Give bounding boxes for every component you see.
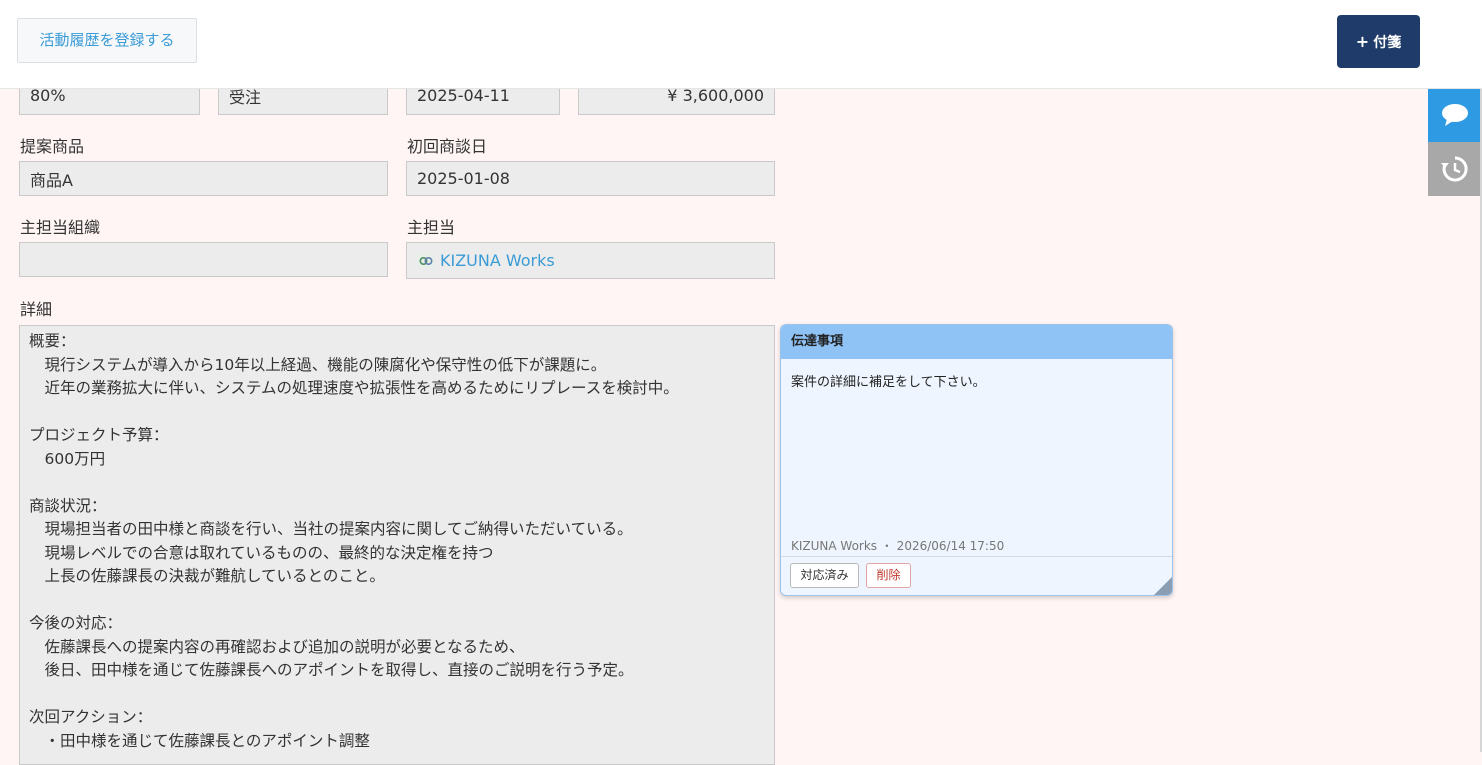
- top-bar: 活動履歴を登録する + 付箋: [0, 0, 1482, 89]
- plus-icon: +: [1355, 32, 1370, 51]
- detail-line: 概要：: [29, 332, 76, 350]
- chat-side-tab[interactable]: [1428, 88, 1482, 142]
- note-body: 案件の詳細に補足をして下さい。: [791, 375, 986, 390]
- sticky-note-label: 付箋: [1373, 35, 1402, 51]
- register-activity-button[interactable]: 活動履歴を登録する: [17, 18, 197, 63]
- owner-name: KIZUNA Works: [440, 251, 555, 270]
- detail-line: プロジェクト予算：: [29, 426, 169, 444]
- resize-handle[interactable]: [1154, 577, 1172, 595]
- chat-bubble-icon: [1442, 104, 1468, 126]
- detail-line: 現場レベルでの合意は取れているものの、最終的な決定権を持つ: [29, 543, 494, 562]
- detail-line: 後日、田中様を通じて佐藤課長へのアポイントを取得し、直接のご説明を行う予定。: [29, 661, 634, 679]
- detail-label: 詳細: [20, 300, 53, 319]
- org-field[interactable]: [19, 242, 388, 277]
- kizuna-logo-icon: [417, 253, 435, 268]
- detail-line: 次回アクション：: [29, 708, 153, 726]
- detail-line: 今後の対応：: [29, 614, 123, 632]
- add-sticky-note-button[interactable]: + 付箋: [1337, 15, 1420, 68]
- owner-link[interactable]: KIZUNA Works: [417, 251, 555, 270]
- sticky-note[interactable]: 伝達事項 案件の詳細に補足をして下さい。 KIZUNA Works ・ 2026…: [780, 324, 1173, 596]
- owner-field: KIZUNA Works: [406, 242, 775, 279]
- mark-done-button[interactable]: 対応済み: [790, 563, 859, 588]
- product-label: 提案商品: [20, 137, 85, 156]
- detail-line: [29, 401, 765, 425]
- history-icon: [1441, 156, 1468, 182]
- detail-line: 上長の佐藤課長の決裁が難航しているとのこと。: [29, 567, 385, 585]
- detail-line: [29, 683, 765, 707]
- note-footer: 対応済み 削除: [781, 556, 1172, 595]
- detail-textarea[interactable]: 概要： 現行システムが導入から10年以上経過、機能の陳腐化や保守性の低下が課題に…: [19, 325, 775, 765]
- detail-line: 商談状況：: [29, 496, 107, 515]
- detail-line: ・田中様を通じて佐藤課長とのアポイント調整: [29, 731, 370, 750]
- detail-line: 600万円: [29, 449, 106, 468]
- first-meeting-value: 2025-01-08: [417, 169, 510, 188]
- delete-note-button[interactable]: 削除: [866, 563, 911, 588]
- note-meta: KIZUNA Works ・ 2026/06/14 17:50: [791, 539, 1005, 553]
- first-meeting-label: 初回商談日: [407, 137, 488, 156]
- first-meeting-field[interactable]: 2025-01-08: [406, 161, 775, 196]
- note-title[interactable]: 伝達事項: [781, 325, 1172, 359]
- detail-line: 近年の業務拡大に伴い、システムの処理速度や拡張性を高めるためにリプレースを検討中…: [29, 379, 679, 397]
- detail-line: 佐藤課長への提案内容の再確認および追加の説明が必要となるため、: [29, 637, 525, 656]
- detail-line: 現行システムが導入から10年以上経過、機能の陳腐化や保守性の低下が課題に。: [29, 355, 607, 374]
- detail-line: [29, 589, 765, 613]
- detail-line: 現場担当者の田中様と商談を行い、当社の提案内容に関してご納得いただいている。: [29, 520, 633, 538]
- history-side-tab[interactable]: [1428, 142, 1482, 196]
- product-field[interactable]: 商品A: [19, 161, 388, 196]
- product-value: 商品A: [30, 170, 73, 190]
- owner-label: 主担当: [407, 218, 456, 237]
- detail-line: [29, 471, 765, 495]
- org-label: 主担当組織: [20, 218, 101, 237]
